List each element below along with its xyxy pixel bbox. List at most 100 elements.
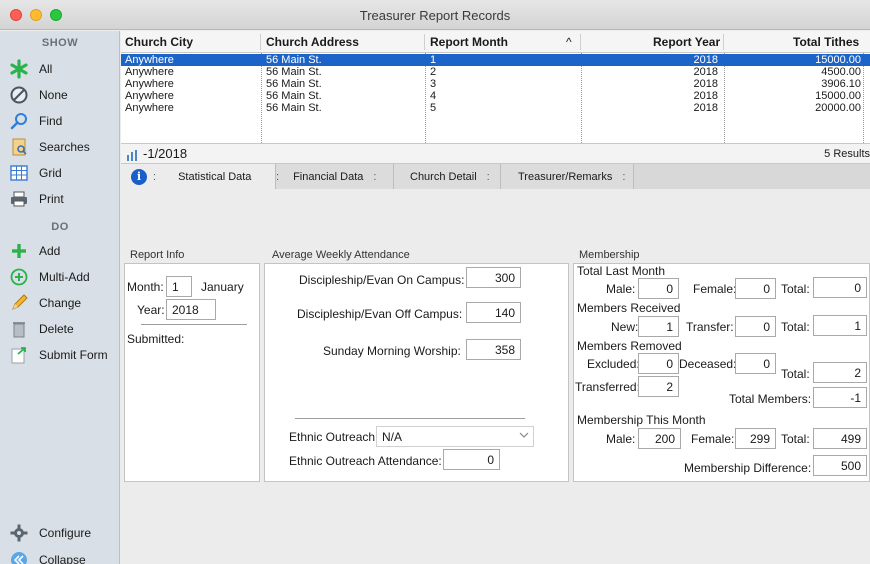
table-row[interactable]: Anywhere 56 Main St. 2 2018 4500.00 xyxy=(121,66,870,78)
sunday-worship-label: Sunday Morning Worship: xyxy=(323,344,461,358)
table-header: Church City Church Address Report Month … xyxy=(121,31,870,53)
divider xyxy=(141,324,247,325)
tab-financial-data[interactable]: : Financial Data : xyxy=(276,164,394,189)
last-female-field[interactable]: 0 xyxy=(735,278,776,299)
total-members-field[interactable]: -1 xyxy=(813,387,867,408)
sidebar-item-label: Submit Form xyxy=(39,348,108,362)
trash-icon xyxy=(8,319,30,339)
printer-icon xyxy=(8,189,30,209)
plus-icon xyxy=(8,241,30,261)
table-row[interactable]: Anywhere 56 Main St. 5 2018 20000.00 xyxy=(121,102,870,114)
last-male-field[interactable]: 0 xyxy=(638,278,679,299)
male-label: Male: xyxy=(606,282,636,296)
total-label: Total: xyxy=(781,282,810,296)
sidebar-item-none[interactable]: None xyxy=(8,83,116,107)
cell-address: 56 Main St. xyxy=(266,66,322,78)
tab-menu-icon: : xyxy=(622,170,626,183)
sidebar-item-multi-add[interactable]: Multi-Add xyxy=(8,265,116,289)
sidebar-item-configure[interactable]: Configure xyxy=(8,521,116,545)
membership-difference-field[interactable]: 500 xyxy=(813,455,867,476)
cell-tithes: 4500.00 xyxy=(821,66,861,78)
sidebar-item-submit-form[interactable]: Submit Form xyxy=(8,343,116,367)
tab-treasurer-remarks[interactable]: Treasurer/Remarks : xyxy=(501,164,634,189)
this-month-male-field[interactable]: 200 xyxy=(638,428,681,449)
sidebar-item-all[interactable]: All xyxy=(8,57,116,81)
sidebar-item-label: Change xyxy=(39,296,82,310)
total-last-month-label: Total Last Month xyxy=(577,264,666,278)
sidebar-item-collapse[interactable]: Collapse xyxy=(8,548,116,564)
received-total-field[interactable]: 1 xyxy=(813,315,867,336)
cell-tithes: 15000.00 xyxy=(815,54,861,66)
sidebar-item-find[interactable]: Find xyxy=(8,109,116,133)
tab-menu-icon: : xyxy=(276,170,280,183)
table-row[interactable]: Anywhere 56 Main St. 4 2018 15000.00 xyxy=(121,90,870,102)
column-header-report-month[interactable]: Report Month xyxy=(430,35,508,49)
tab-label: Financial Data xyxy=(293,170,364,183)
sidebar-item-change[interactable]: Change xyxy=(8,291,116,315)
membership-difference-label: Membership Difference: xyxy=(684,461,812,475)
total-members-label: Total Members: xyxy=(729,392,812,406)
sidebar-item-searches[interactable]: Searches xyxy=(8,135,116,159)
off-campus-field[interactable]: 140 xyxy=(466,302,521,323)
female-label: Female: xyxy=(693,282,737,296)
ethnic-attendance-field[interactable]: 0 xyxy=(443,449,500,470)
sidebar-item-label: All xyxy=(39,62,53,76)
tab-label: Church Detail xyxy=(410,170,477,183)
sidebar-item-label: Configure xyxy=(39,526,92,540)
report-info-panel: Month: 1 January Year: 2018 Submitted: xyxy=(124,263,260,482)
sidebar-item-delete[interactable]: Delete xyxy=(8,317,116,341)
sidebar-item-add[interactable]: Add xyxy=(8,239,116,263)
info-icon[interactable]: i xyxy=(131,168,147,185)
tab-statistical-data[interactable]: i : Statistical Data xyxy=(121,164,276,189)
ethnic-outreach-select[interactable]: N/A xyxy=(376,426,534,447)
pencil-icon xyxy=(8,293,30,313)
cell-address: 56 Main St. xyxy=(266,90,322,102)
tree-icon xyxy=(126,148,140,165)
cell-city: Anywhere xyxy=(125,102,174,114)
tab-church-detail[interactable]: Church Detail : xyxy=(394,164,501,189)
cell-tithes: 15000.00 xyxy=(815,90,861,102)
column-divider xyxy=(260,34,261,50)
last-total-field[interactable]: 0 xyxy=(813,277,867,298)
column-header-report-year[interactable]: Report Year xyxy=(653,35,720,49)
new-members-field[interactable]: 1 xyxy=(638,316,679,337)
male-label: Male: xyxy=(606,432,636,446)
cell-year: 2018 xyxy=(693,54,718,66)
this-month-female-field[interactable]: 299 xyxy=(735,428,776,449)
title-bar: Treasurer Report Records xyxy=(0,0,870,30)
cell-address: 56 Main St. xyxy=(266,54,322,66)
transferred-field[interactable]: 2 xyxy=(638,376,679,397)
sidebar: SHOW All None Find Searches Grid Print D… xyxy=(0,31,120,564)
transfer-field[interactable]: 0 xyxy=(735,316,776,337)
sidebar-item-print[interactable]: Print xyxy=(8,187,116,211)
on-campus-field[interactable]: 300 xyxy=(466,267,521,288)
cell-tithes: 3906.10 xyxy=(821,78,861,90)
column-header-church-address[interactable]: Church Address xyxy=(266,35,359,49)
attendance-title: Average Weekly Attendance xyxy=(272,249,410,261)
table-row[interactable]: Anywhere 56 Main St. 1 2018 15000.00 xyxy=(121,54,870,66)
month-field[interactable]: 1 xyxy=(166,276,192,297)
collapse-icon xyxy=(8,550,30,564)
table-row[interactable]: Anywhere 56 Main St. 3 2018 3906.10 xyxy=(121,78,870,90)
month-label: Month: xyxy=(127,280,164,294)
deceased-field[interactable]: 0 xyxy=(735,353,776,374)
cell-month: 5 xyxy=(430,102,437,114)
sidebar-item-label: Delete xyxy=(39,322,74,336)
current-record-label: -1/2018 xyxy=(143,146,188,161)
column-header-church-city[interactable]: Church City xyxy=(125,35,193,49)
cell-month: 2 xyxy=(430,66,437,78)
chevron-down-icon xyxy=(519,429,529,444)
membership-title: Membership xyxy=(579,249,640,261)
off-campus-label: Discipleship/Evan Off Campus: xyxy=(297,307,463,321)
results-count: 5 Results xyxy=(824,148,870,160)
sidebar-item-grid[interactable]: Grid xyxy=(8,161,116,185)
tab-menu-icon: : xyxy=(153,170,157,183)
removed-total-field[interactable]: 2 xyxy=(813,362,867,383)
sidebar-item-label: Multi-Add xyxy=(39,270,90,284)
year-field[interactable]: 2018 xyxy=(166,299,216,320)
this-month-total-field[interactable]: 499 xyxy=(813,428,867,449)
column-header-total-tithes[interactable]: Total Tithes xyxy=(793,35,859,49)
ethnic-attendance-label: Ethnic Outreach Attendance: xyxy=(289,454,442,468)
excluded-field[interactable]: 0 xyxy=(638,353,679,374)
sunday-worship-field[interactable]: 358 xyxy=(466,339,521,360)
